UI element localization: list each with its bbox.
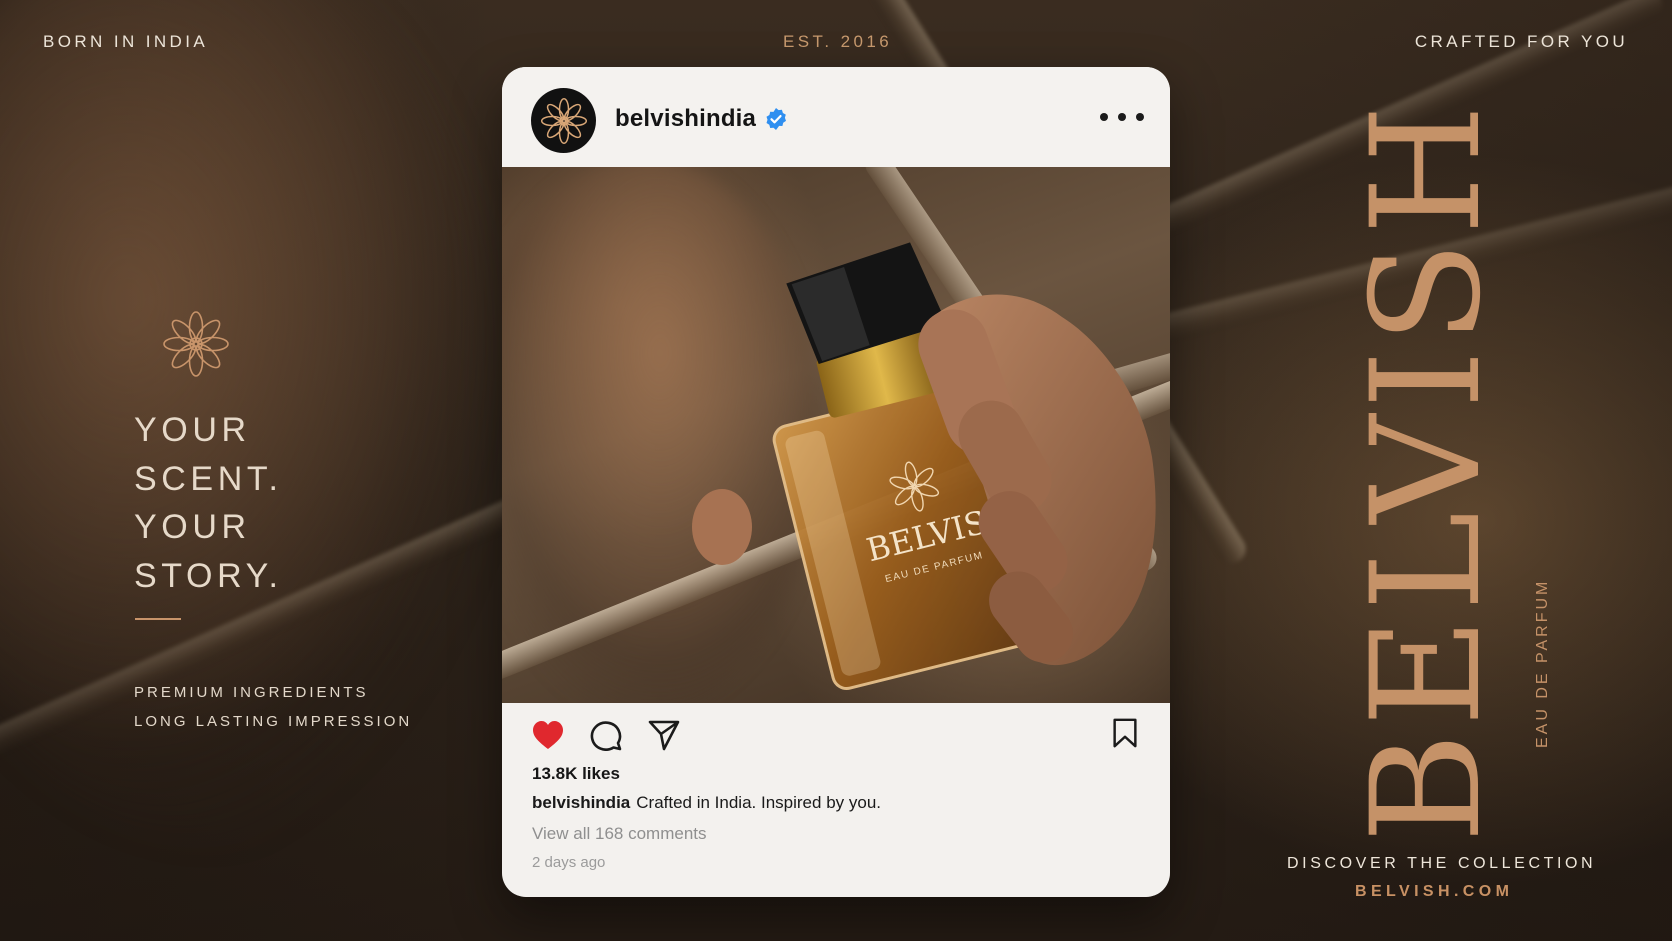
feature-list: PREMIUM INGREDIENTS LONG LASTING IMPRESS… xyxy=(134,678,412,736)
lotus-icon xyxy=(540,97,587,144)
top-center-text: EST. 2016 xyxy=(783,32,893,51)
tagline-line: STORY. xyxy=(134,556,283,595)
like-button[interactable] xyxy=(531,719,565,751)
share-button[interactable] xyxy=(647,719,681,751)
feature-item: PREMIUM INGREDIENTS xyxy=(134,684,369,701)
caption-text: Crafted in India. Inspired by you. xyxy=(636,793,881,812)
lotus-icon xyxy=(163,311,229,377)
top-right-text: CRAFTED FOR YOU xyxy=(1414,32,1628,51)
bookmark-icon xyxy=(1113,718,1137,748)
caption-username[interactable]: belvishindia xyxy=(532,793,630,812)
post-username[interactable]: belvishindia xyxy=(615,105,756,133)
gold-divider xyxy=(135,618,181,620)
send-icon xyxy=(648,720,680,751)
tagline-line: YOUR xyxy=(134,508,251,546)
feature-item: LONG LASTING IMPRESSION xyxy=(134,713,413,730)
view-comments-link[interactable]: View all 168 comments xyxy=(532,824,707,844)
heart-icon xyxy=(533,721,563,749)
tagline-line: YOUR xyxy=(134,411,251,449)
post-header: belvishindia xyxy=(502,67,1170,167)
more-options-button[interactable] xyxy=(1100,105,1144,129)
post-image[interactable]: BELVIS EAU DE PARFUM xyxy=(502,167,1170,703)
perfume-bottle-illustration: BELVIS EAU DE PARFUM xyxy=(692,242,1156,690)
brand-subtitle: EAU DE PARFUM xyxy=(1534,578,1551,748)
top-left-text: BORN IN INDIA xyxy=(43,32,209,51)
cta-text: DISCOVER THE COLLECTION xyxy=(1287,855,1597,872)
more-dots-icon xyxy=(1136,113,1144,121)
likes-count[interactable]: 13.8K likes xyxy=(532,764,620,784)
more-dots-icon xyxy=(1100,113,1108,121)
more-dots-icon xyxy=(1118,113,1126,121)
instagram-post-card: belvishindia BELVIS EAU DE PARFUM 13.8K … xyxy=(502,67,1170,897)
post-caption: belvishindia Crafted in India. Inspired b… xyxy=(532,793,881,813)
verified-badge-icon xyxy=(766,108,786,130)
avatar[interactable] xyxy=(531,88,596,153)
website-link[interactable]: BELVISH.COM xyxy=(1355,883,1513,901)
comment-icon xyxy=(590,721,622,751)
tagline-line: SCENT. xyxy=(134,459,283,498)
post-actions xyxy=(502,703,1170,763)
comment-button[interactable] xyxy=(589,719,623,751)
post-timestamp: 2 days ago xyxy=(532,854,606,871)
brand-wordmark: BELVISH xyxy=(1340,98,1514,843)
save-button[interactable] xyxy=(1110,717,1140,749)
tagline: YOUR SCENT. YOUR STORY. xyxy=(134,406,283,600)
